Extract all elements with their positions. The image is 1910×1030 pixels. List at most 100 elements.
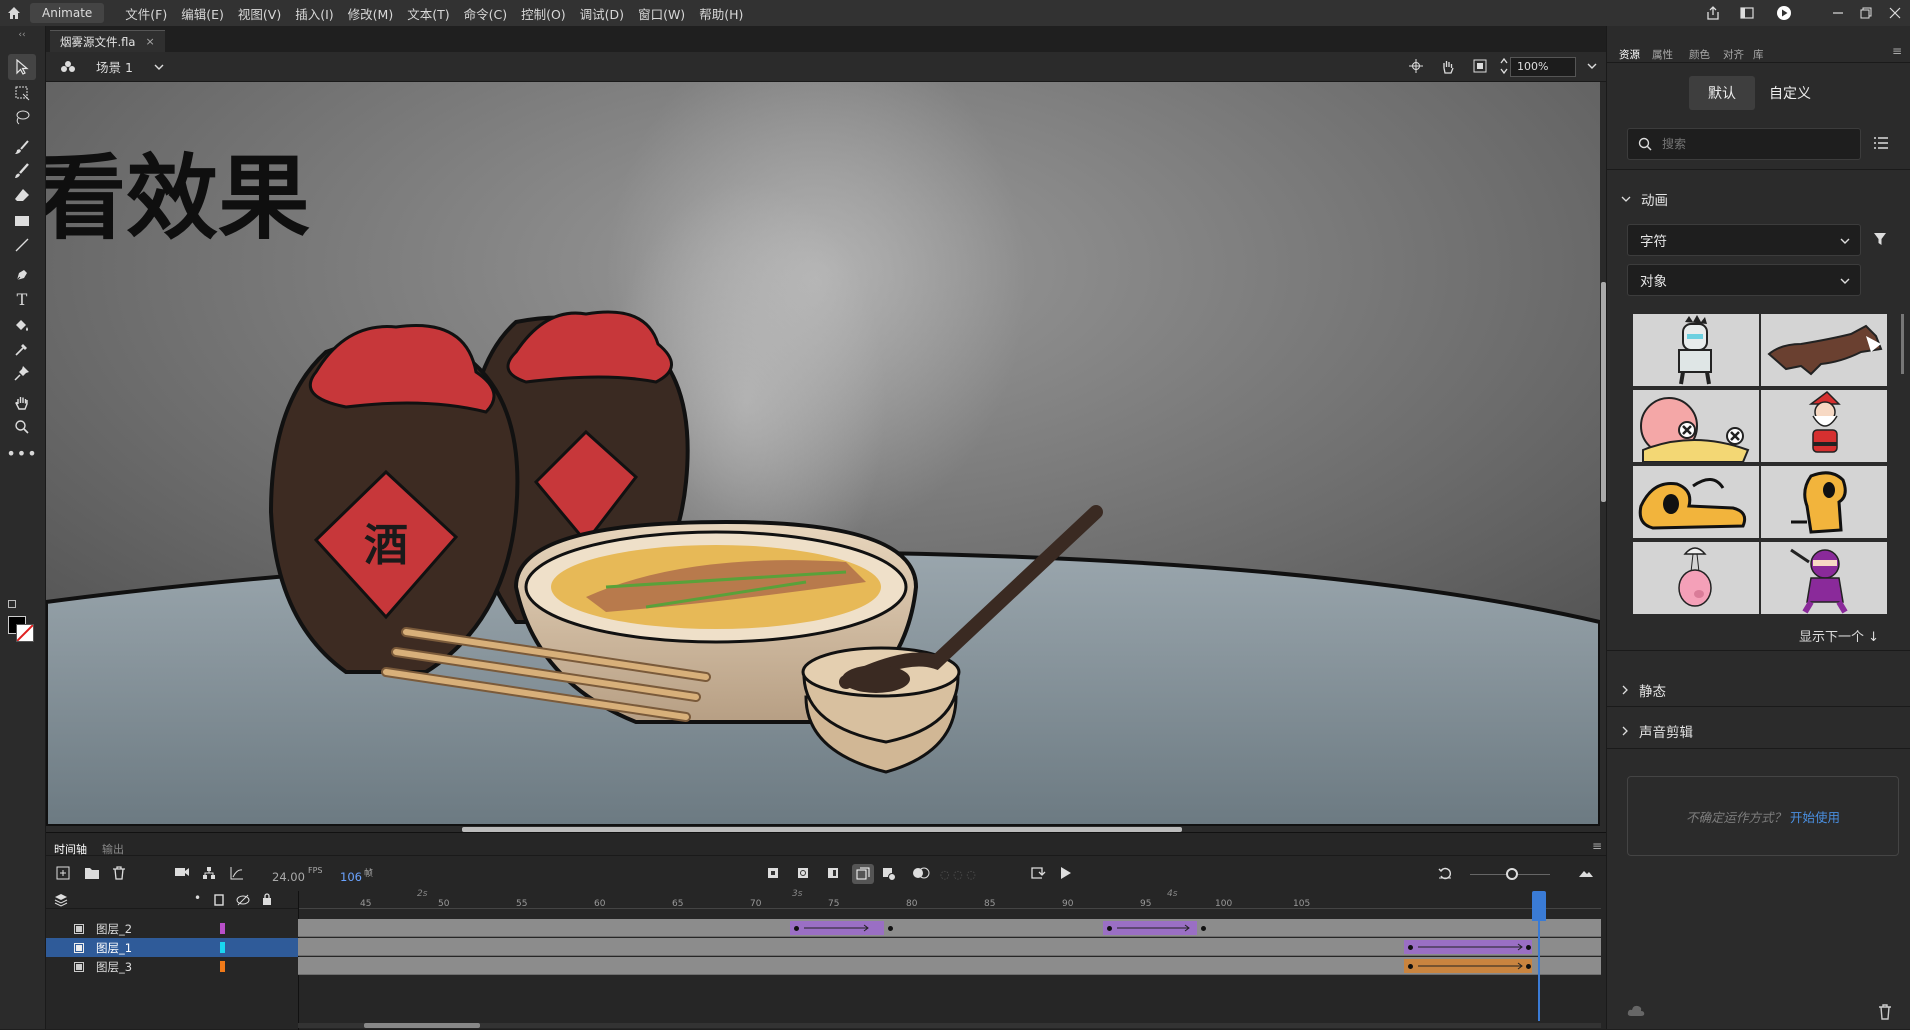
asset-thumbnail-dog-lying[interactable] [1633, 466, 1759, 538]
layer-color-swatch[interactable] [220, 923, 225, 934]
insert-keyframe-icon[interactable] [767, 867, 779, 879]
keyframe-dot[interactable] [1526, 945, 1531, 950]
rectangle-tool-icon[interactable] [8, 208, 36, 234]
filter-icon[interactable] [1873, 232, 1887, 246]
motion-tween-span[interactable] [1404, 940, 1532, 954]
layer-name[interactable]: 图层_1 [96, 940, 132, 956]
motion-tween-span[interactable] [790, 921, 884, 935]
keyframe-dot[interactable] [794, 926, 799, 931]
menu-help[interactable]: 帮助(H) [692, 4, 750, 23]
paint-bucket-tool-icon[interactable] [8, 312, 36, 338]
menu-debug[interactable]: 调试(D) [573, 4, 631, 23]
static-section-header[interactable]: 静态 [1621, 680, 1666, 700]
menu-text[interactable]: 文本(T) [400, 4, 456, 23]
close-icon[interactable] [1880, 7, 1910, 19]
eraser-tool-icon[interactable] [8, 182, 36, 208]
character-dropdown[interactable]: 字符 [1627, 224, 1861, 256]
layer-color-swatch[interactable] [220, 961, 225, 972]
timeline-zoom-slider-thumb[interactable] [1506, 868, 1518, 880]
menu-commands[interactable]: 命令(C) [457, 4, 514, 23]
layers-icon[interactable] [54, 893, 68, 907]
menu-control[interactable]: 控制(O) [514, 4, 573, 23]
keyframe-dot[interactable] [888, 926, 893, 931]
selection-tool-icon[interactable] [8, 54, 36, 80]
menu-edit[interactable]: 编辑(E) [174, 4, 231, 23]
tab-assets[interactable]: 资源 [1619, 47, 1640, 62]
layer-color-swatch[interactable] [220, 942, 225, 953]
layer-name[interactable]: 图层_3 [96, 959, 132, 975]
asset-thumbnail-santa[interactable] [1761, 390, 1887, 462]
layer-row-selected[interactable]: 图层_1 [46, 938, 298, 957]
brush-tool-icon[interactable] [8, 134, 36, 160]
clip-content-icon[interactable] [1470, 59, 1490, 73]
onion-skin-toggle-icon[interactable] [852, 864, 874, 884]
pin-tool-icon[interactable] [8, 360, 36, 386]
scene-icon[interactable] [52, 60, 84, 74]
show-all-dot-icon[interactable]: • [194, 891, 201, 905]
insert-frame-icon[interactable] [827, 867, 839, 879]
rotate-stage-icon[interactable] [1438, 59, 1458, 75]
layer-row[interactable]: 图层_3 [46, 957, 298, 976]
menu-modify[interactable]: 修改(M) [341, 4, 401, 23]
center-frame-icon[interactable] [1438, 866, 1452, 880]
menu-view[interactable]: 视图(V) [231, 4, 288, 23]
frames-row[interactable] [298, 938, 1601, 956]
restore-icon[interactable] [1852, 7, 1880, 19]
edit-multiple-frames-icon[interactable] [882, 867, 896, 881]
text-tool-icon[interactable]: T [8, 286, 36, 312]
delete-asset-icon[interactable] [1878, 1004, 1892, 1020]
menu-file[interactable]: 文件(F) [118, 4, 174, 23]
layer-row[interactable]: 图层_2 [46, 919, 298, 938]
frames-row[interactable] [298, 957, 1601, 975]
timeline-menu-icon[interactable]: ≡ [1592, 839, 1602, 853]
tab-align[interactable]: 对齐 [1723, 47, 1744, 62]
asset-thumbnail-dog-sitting[interactable] [1761, 466, 1887, 538]
test-movie-icon[interactable] [1764, 5, 1804, 21]
insert-blank-keyframe-icon[interactable] [797, 867, 809, 879]
keyframe-dot[interactable] [1408, 964, 1413, 969]
sound-section-header[interactable]: 声音剪辑 [1621, 721, 1693, 741]
scene-dropdown-chevron-icon[interactable] [149, 63, 169, 71]
animation-section-header[interactable]: 动画 [1621, 189, 1668, 209]
asset-thumbnail-ninja[interactable] [1761, 542, 1887, 614]
cloud-upload-icon[interactable] [1627, 1004, 1645, 1018]
more-tools-icon[interactable]: ••• [6, 440, 36, 466]
asset-thumbnail-pig-balloon[interactable] [1633, 542, 1759, 614]
fill-color-swatch[interactable] [16, 624, 34, 642]
lasso-tool-icon[interactable] [8, 104, 36, 130]
lock-icon[interactable] [262, 893, 272, 905]
playhead-handle[interactable] [1532, 891, 1546, 921]
tab-color[interactable]: 颜色 [1689, 47, 1710, 62]
paint-brush-tool-icon[interactable] [8, 158, 36, 184]
graph-icon[interactable] [230, 866, 244, 880]
motion-tween-span[interactable] [1103, 921, 1197, 935]
outline-icon[interactable] [214, 894, 224, 906]
eye-hidden-icon[interactable] [236, 894, 250, 906]
new-layer-icon[interactable] [56, 866, 70, 880]
play-icon[interactable] [1060, 866, 1072, 880]
keyframe-dot[interactable] [1408, 945, 1413, 950]
show-next-link[interactable]: 显示下一个 ↓ [1799, 626, 1879, 645]
asset-thumbnail-mummy[interactable] [1633, 314, 1759, 386]
keyframe-dot[interactable] [1107, 926, 1112, 931]
close-tab-icon[interactable]: × [145, 35, 154, 48]
menu-insert[interactable]: 插入(I) [288, 4, 340, 23]
zoom-dropdown-chevron-icon[interactable] [1584, 62, 1600, 70]
zoom-tool-icon[interactable] [8, 414, 36, 440]
menu-window[interactable]: 窗口(W) [631, 4, 692, 23]
keyframe-dot[interactable] [1526, 964, 1531, 969]
stage-canvas[interactable]: 酒 看效果 [46, 82, 1600, 826]
default-segment-button[interactable]: 默认 [1689, 76, 1755, 110]
list-view-icon[interactable] [1873, 136, 1889, 150]
asset-thumbnail-snail[interactable] [1633, 390, 1759, 462]
workspace-icon[interactable] [1730, 7, 1764, 19]
keyframe-dot[interactable] [1201, 926, 1206, 931]
hand-tool-icon[interactable] [8, 390, 36, 416]
delete-layer-icon[interactable] [112, 866, 126, 880]
camera-icon[interactable] [174, 866, 190, 878]
pen-tool-icon[interactable] [8, 262, 36, 288]
loop-icon[interactable] [1030, 866, 1046, 880]
current-frame-value[interactable]: 106 [340, 870, 362, 884]
frames-row[interactable] [298, 919, 1601, 937]
frame-ruler[interactable]: 2s 3s 4s 45 50 55 60 65 70 75 80 85 90 9… [298, 889, 1601, 909]
